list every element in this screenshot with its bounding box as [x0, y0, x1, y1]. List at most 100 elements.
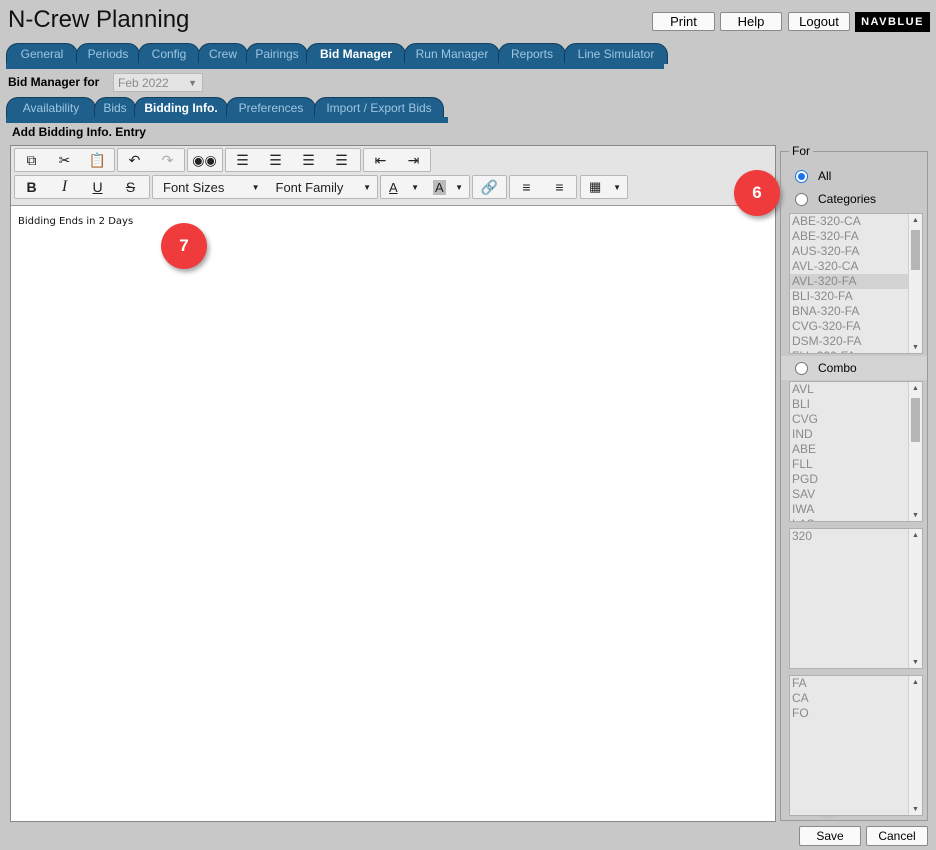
font-family-dropdown[interactable]: Font Family ▼: [266, 176, 378, 198]
align-right-icon[interactable]: ☰: [292, 149, 325, 171]
bases-scrollbar[interactable]: ▲ ▼: [908, 382, 922, 521]
list-item[interactable]: FO: [790, 706, 922, 721]
navblue-logo: NAVBLUE: [855, 12, 930, 32]
find-icon[interactable]: ◉◉: [188, 149, 221, 171]
tab-periods[interactable]: Periods: [76, 43, 140, 64]
tab-preferences[interactable]: Preferences: [226, 97, 316, 118]
list-item[interactable]: CA: [790, 691, 922, 706]
link-icon[interactable]: 🔗: [473, 176, 506, 198]
scroll-down-icon[interactable]: ▼: [909, 656, 922, 668]
numbered-list-icon[interactable]: ≡: [543, 176, 576, 198]
scroll-up-icon[interactable]: ▲: [909, 529, 922, 541]
list-item[interactable]: IND: [790, 427, 922, 442]
align-left-icon[interactable]: ☰: [226, 149, 259, 171]
scroll-down-icon[interactable]: ▼: [909, 803, 922, 815]
tab-pairings[interactable]: Pairings: [246, 43, 308, 64]
list-item[interactable]: ABE-320-FA: [790, 229, 922, 244]
scroll-up-icon[interactable]: ▲: [909, 382, 922, 394]
list-item[interactable]: CVG: [790, 412, 922, 427]
list-item[interactable]: ABE-320-CA: [790, 214, 922, 229]
list-item[interactable]: BLI: [790, 397, 922, 412]
scroll-thumb[interactable]: [911, 398, 920, 442]
font-group: Font Sizes ▼ Font Family ▼: [152, 175, 378, 199]
link-group: 🔗: [472, 175, 507, 199]
tab-bid-manager[interactable]: Bid Manager: [306, 43, 406, 64]
bases-list[interactable]: AVLBLICVGINDABEFLLPGDSAVIWALAS ▲ ▼: [789, 381, 923, 522]
list-item[interactable]: AVL-320-FA: [790, 274, 922, 289]
list-item[interactable]: LAS: [790, 517, 922, 521]
tab-bidding-info[interactable]: Bidding Info.: [134, 97, 228, 118]
list-item[interactable]: AVL-320-CA: [790, 259, 922, 274]
fleets-scrollbar[interactable]: ▲ ▼: [908, 529, 922, 668]
positions-list[interactable]: FA CA FO ▲ ▼: [789, 675, 923, 816]
bulleted-list-icon[interactable]: ≡: [510, 176, 543, 198]
list-item[interactable]: AVL: [790, 382, 922, 397]
list-item[interactable]: PGD: [790, 472, 922, 487]
save-button[interactable]: Save: [799, 826, 861, 846]
tab-crew[interactable]: Crew: [198, 43, 248, 64]
fleets-list[interactable]: 320 ▲ ▼: [789, 528, 923, 669]
period-select[interactable]: Feb 2022 ▼: [113, 73, 203, 92]
list-item[interactable]: BNA-320-FA: [790, 304, 922, 319]
bold-button[interactable]: B: [15, 176, 48, 198]
redo-icon[interactable]: ↷: [151, 149, 184, 171]
sub-tab-bar: Availability Bids Bidding Info. Preferen…: [6, 97, 444, 118]
italic-button[interactable]: I: [48, 176, 81, 198]
tab-run-manager[interactable]: Run Manager: [404, 43, 500, 64]
help-button[interactable]: Help: [720, 12, 782, 31]
list-item[interactable]: ABE: [790, 442, 922, 457]
cut-icon[interactable]: ✂: [48, 149, 81, 171]
undo-icon[interactable]: ↶: [118, 149, 151, 171]
outdent-icon[interactable]: ⇤: [364, 149, 397, 171]
tab-general[interactable]: General: [6, 43, 78, 64]
scroll-down-icon[interactable]: ▼: [909, 509, 922, 521]
tab-bids[interactable]: Bids: [94, 97, 136, 118]
tab-availability[interactable]: Availability: [6, 97, 96, 118]
list-item[interactable]: FA: [790, 676, 922, 691]
print-button[interactable]: Print: [652, 12, 715, 31]
categories-scrollbar[interactable]: ▲ ▼: [908, 214, 922, 353]
indent-icon[interactable]: ⇥: [397, 149, 430, 171]
tab-line-simulator[interactable]: Line Simulator: [564, 43, 668, 64]
rich-text-editor[interactable]: [10, 145, 776, 822]
list-item[interactable]: 320: [790, 529, 922, 544]
list-item[interactable]: FLL: [790, 457, 922, 472]
categories-list[interactable]: ABE-320-CA ABE-320-FA AUS-320-FA AVL-320-CA…: [789, 213, 923, 354]
paste-icon[interactable]: 📋: [81, 149, 114, 171]
logout-button[interactable]: Logout: [788, 12, 850, 31]
chevron-down-icon: ▼: [455, 182, 463, 192]
align-center-icon[interactable]: ☰: [259, 149, 292, 171]
positions-scrollbar[interactable]: ▲ ▼: [908, 676, 922, 815]
align-justify-icon[interactable]: ☰: [325, 149, 358, 171]
combo-radio[interactable]: [795, 362, 808, 375]
tab-config[interactable]: Config: [138, 43, 200, 64]
list-item[interactable]: AUS-320-FA: [790, 244, 922, 259]
cancel-button[interactable]: Cancel: [866, 826, 928, 846]
all-radio-label: All: [818, 169, 832, 183]
tab-reports[interactable]: Reports: [498, 43, 566, 64]
list-item[interactable]: CVG-320-FA: [790, 319, 922, 334]
categories-radio[interactable]: [795, 193, 808, 206]
list-item[interactable]: IWA: [790, 502, 922, 517]
list-item[interactable]: SAV: [790, 487, 922, 502]
callout-badge-6: 6: [734, 170, 780, 216]
background-color-dropdown[interactable]: A ▼: [425, 176, 469, 198]
scroll-down-icon[interactable]: ▼: [909, 341, 922, 353]
font-sizes-dropdown[interactable]: Font Sizes ▼: [153, 176, 266, 198]
editor-text[interactable]: Bidding Ends in 2 Days: [18, 216, 133, 227]
all-radio[interactable]: [795, 170, 808, 183]
table-group: ▦ ▼: [580, 175, 628, 199]
scroll-up-icon[interactable]: ▲: [909, 676, 922, 688]
scroll-up-icon[interactable]: ▲: [909, 214, 922, 226]
table-dropdown[interactable]: ▦ ▼: [581, 176, 627, 198]
color-group: A ▼ A ▼: [380, 175, 470, 199]
list-item[interactable]: DSM-320-FA: [790, 334, 922, 349]
scroll-thumb[interactable]: [911, 230, 920, 270]
list-item[interactable]: BLI-320-FA: [790, 289, 922, 304]
list-item[interactable]: FLL-320-FA: [790, 349, 922, 353]
copy-icon[interactable]: ⧉: [15, 149, 48, 171]
strikethrough-button[interactable]: S: [114, 176, 147, 198]
text-color-dropdown[interactable]: A ▼: [381, 176, 425, 198]
underline-button[interactable]: U: [81, 176, 114, 198]
tab-import-export-bids[interactable]: Import / Export Bids: [314, 97, 444, 118]
